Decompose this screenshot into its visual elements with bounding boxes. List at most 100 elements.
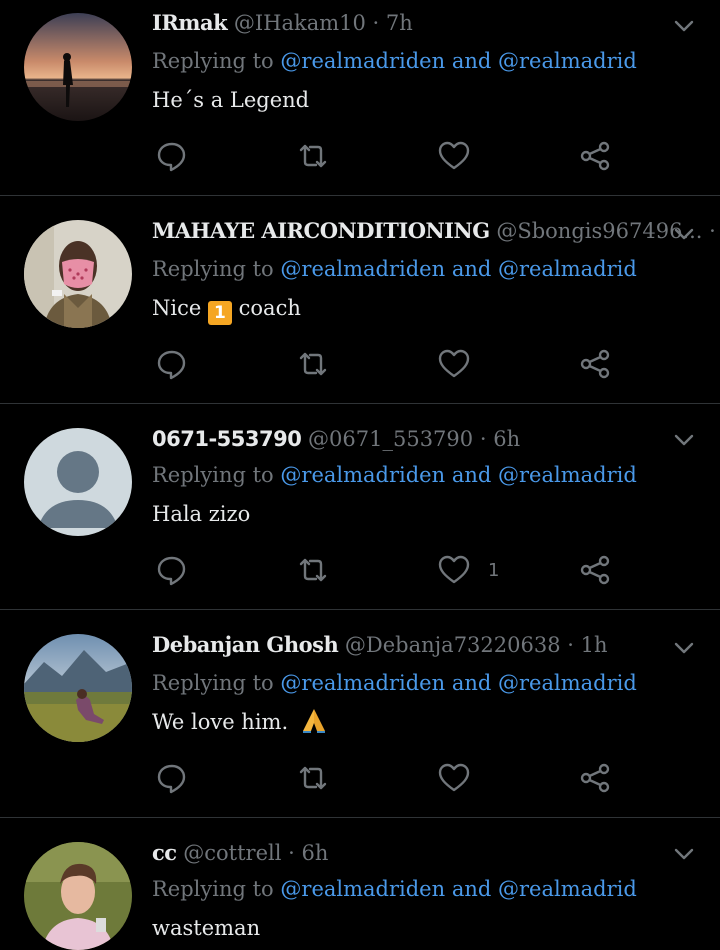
reply-button[interactable] xyxy=(156,346,188,382)
tweet-header: IRmak @IHakam10 · 7h xyxy=(152,8,413,38)
share-icon xyxy=(580,141,610,171)
tweet-actions: 1 xyxy=(156,552,636,588)
reply-button[interactable] xyxy=(156,138,188,174)
reply-icon xyxy=(157,350,186,380)
timestamp[interactable]: 7h xyxy=(386,11,413,35)
tweet[interactable]: Debanjan Ghosh @Debanja73220638 · 1h Rep… xyxy=(0,610,720,818)
like-button[interactable]: 1 xyxy=(438,552,499,588)
tweet-text-start: Nice xyxy=(152,296,202,320)
share-button[interactable] xyxy=(579,346,611,382)
tweet-header: MAHAYE AIRCONDITIONING @Sbongis967496...… xyxy=(152,216,720,246)
reply-icon xyxy=(157,556,186,586)
mention-link[interactable]: @realmadriden xyxy=(280,49,445,73)
like-button[interactable] xyxy=(438,760,488,796)
share-button[interactable] xyxy=(579,138,611,174)
replying-to: Replying to @realmadriden and @realmadri… xyxy=(152,668,637,698)
tweet[interactable]: 0671-553790 @0671_553790 · 6h Replying t… xyxy=(0,404,720,610)
keycap-emoji: 1 xyxy=(207,301,232,325)
user-handle[interactable]: @0671_553790 xyxy=(308,427,473,451)
replying-to: Replying to @realmadriden and @realmadri… xyxy=(152,46,637,76)
like-icon xyxy=(438,555,470,584)
replying-to: Replying to @realmadriden and @realmadri… xyxy=(152,460,637,490)
tweet[interactable]: cc @cottrell · 6h Replying to @realmadri… xyxy=(0,818,720,950)
tweet-text: We love him. xyxy=(152,707,327,737)
display-name[interactable]: IRmak xyxy=(152,10,228,35)
folded-hands-icon xyxy=(302,709,325,733)
chevron-down-icon[interactable] xyxy=(672,428,696,452)
tweet-text: wasteman xyxy=(152,916,261,940)
mention-link[interactable]: @realmadrid xyxy=(498,671,637,695)
mention-link[interactable]: @realmadrid xyxy=(498,49,637,73)
avatar[interactable] xyxy=(24,842,132,950)
user-handle[interactable]: @Debanja73220638 xyxy=(345,633,561,657)
replying-to-label: Replying to xyxy=(152,49,274,73)
avatar[interactable] xyxy=(24,13,132,121)
tweet-header: cc @cottrell · 6h xyxy=(152,838,328,868)
mention-link[interactable]: @realmadriden xyxy=(280,463,445,487)
display-name[interactable]: MAHAYE AIRCONDITIONING xyxy=(152,218,490,243)
reply-button[interactable] xyxy=(156,552,188,588)
replying-and: and xyxy=(451,463,492,487)
tweet-text-body: We love him. xyxy=(152,710,289,734)
display-name[interactable]: 0671-553790 xyxy=(152,427,302,451)
avatar[interactable] xyxy=(24,428,132,536)
reply-button[interactable] xyxy=(156,760,188,796)
mention-link[interactable]: @realmadrid xyxy=(498,463,637,487)
mention-link[interactable]: @realmadriden xyxy=(280,257,445,281)
retweet-button[interactable] xyxy=(297,346,329,382)
timestamp[interactable]: 6h xyxy=(302,841,329,865)
tweet[interactable]: MAHAYE AIRCONDITIONING @Sbongis967496...… xyxy=(0,196,720,404)
avatar[interactable] xyxy=(24,634,132,742)
tweet-actions xyxy=(156,760,636,796)
mention-link[interactable]: @realmadriden xyxy=(280,671,445,695)
retweet-button[interactable] xyxy=(297,552,329,588)
replying-to-label: Replying to xyxy=(152,463,274,487)
replying-and: and xyxy=(451,877,492,901)
like-icon xyxy=(438,141,470,170)
timestamp[interactable]: 1h xyxy=(581,633,608,657)
separator-dot: · xyxy=(567,633,574,657)
share-icon xyxy=(580,555,610,585)
share-button[interactable] xyxy=(579,760,611,796)
separator-dot: · xyxy=(288,841,295,865)
reply-icon xyxy=(157,142,186,172)
like-button[interactable] xyxy=(438,138,488,174)
replying-to-label: Replying to xyxy=(152,671,274,695)
tweet-text: Nice 1 coach xyxy=(152,293,301,325)
share-icon xyxy=(580,763,610,793)
tweet[interactable]: IRmak @IHakam10 · 7h Replying to @realma… xyxy=(0,0,720,196)
chevron-down-icon[interactable] xyxy=(672,636,696,660)
like-button[interactable] xyxy=(438,346,488,382)
replying-and: and xyxy=(451,49,492,73)
retweet-button[interactable] xyxy=(297,138,329,174)
timestamp[interactable]: 6h xyxy=(493,427,520,451)
avatar[interactable] xyxy=(24,220,132,328)
timeline-feed: IRmak @IHakam10 · 7h Replying to @realma… xyxy=(0,0,720,950)
mention-link[interactable]: @realmadrid xyxy=(498,257,637,281)
separator-dot: · xyxy=(372,11,380,35)
replying-to: Replying to @realmadriden and @realmadri… xyxy=(152,874,637,904)
replying-and: and xyxy=(451,671,492,695)
user-handle[interactable]: @cottrell xyxy=(183,841,281,865)
tweet-text-end: coach xyxy=(238,296,301,320)
retweet-icon xyxy=(299,144,327,168)
display-name[interactable]: Debanjan Ghosh xyxy=(152,632,339,657)
chevron-down-icon[interactable] xyxy=(672,14,696,38)
tweet-actions xyxy=(156,346,636,382)
share-button[interactable] xyxy=(579,552,611,588)
display-name[interactable]: cc xyxy=(152,840,177,865)
replying-to-label: Replying to xyxy=(152,257,274,281)
retweet-icon xyxy=(299,558,327,582)
chevron-down-icon[interactable] xyxy=(672,222,696,246)
retweet-icon xyxy=(299,766,327,790)
replying-and: and xyxy=(451,257,492,281)
like-icon xyxy=(438,763,470,792)
chevron-down-icon[interactable] xyxy=(672,842,696,866)
replying-to: Replying to @realmadriden and @realmadri… xyxy=(152,254,637,284)
tweet-text: Hala zizo xyxy=(152,502,251,526)
mention-link[interactable]: @realmadrid xyxy=(498,877,637,901)
mention-link[interactable]: @realmadriden xyxy=(280,877,445,901)
user-handle[interactable]: @IHakam10 xyxy=(234,11,366,35)
tweet-actions xyxy=(156,138,636,174)
retweet-button[interactable] xyxy=(297,760,329,796)
